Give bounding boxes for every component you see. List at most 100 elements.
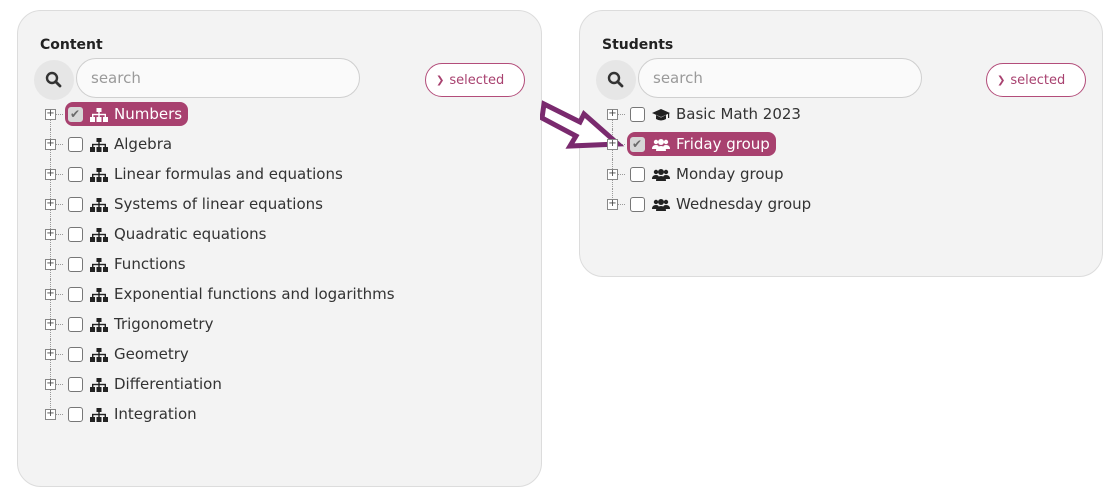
students-panel-title: Students (602, 37, 674, 53)
tree-row: + Trigonometry (40, 309, 401, 339)
checkbox[interactable] (68, 136, 83, 152)
expand-plus-icon[interactable]: + (45, 408, 56, 420)
tree-connector (56, 113, 63, 115)
hierarchy-icon (90, 107, 108, 122)
tree-node-label: Numbers (114, 105, 183, 123)
checkbox[interactable] (630, 106, 645, 122)
tree-connector (618, 203, 625, 205)
tree-node[interactable]: Algebra (65, 132, 178, 156)
checkbox[interactable] (630, 196, 645, 212)
tree-node[interactable]: Integration (65, 402, 203, 426)
tree-row: + Quadratic equations (40, 219, 401, 249)
expand-plus-icon[interactable]: + (45, 168, 56, 180)
checkbox[interactable]: ✔ (630, 136, 645, 152)
tree-connector (56, 173, 63, 175)
students-search-input[interactable] (638, 58, 922, 98)
tree-node[interactable]: ✔ Numbers (65, 102, 189, 126)
tree-node[interactable]: Monday group (627, 162, 790, 186)
tree-connector (56, 413, 63, 415)
tree-node[interactable]: Quadratic equations (65, 222, 272, 246)
expand-plus-icon[interactable]: + (607, 138, 618, 150)
tree-node[interactable]: Systems of linear equations (65, 192, 329, 216)
checkbox[interactable] (68, 196, 83, 212)
chevron-down-icon: ❯ (436, 74, 445, 86)
expand-plus-icon[interactable]: + (45, 198, 56, 210)
expand-plus-icon[interactable]: + (45, 258, 56, 270)
content-panel-title: Content (40, 37, 103, 53)
hierarchy-icon (90, 227, 108, 242)
expand-plus-icon[interactable]: + (607, 198, 618, 210)
students-tree: + Basic Math 2023 + ✔ Friday group + Monday gr… (602, 99, 817, 219)
checkbox[interactable]: ✔ (68, 106, 83, 122)
search-icon[interactable] (34, 60, 74, 100)
tree-node[interactable]: Trigonometry (65, 312, 219, 336)
graduation-cap-icon (652, 107, 670, 121)
tree-node-label: Quadratic equations (114, 225, 267, 243)
tree-connector (56, 353, 63, 355)
tree-connector (56, 323, 63, 325)
tree-row: + Integration (40, 399, 401, 429)
hierarchy-icon (90, 347, 108, 362)
expand-plus-icon[interactable]: + (607, 108, 618, 120)
check-icon: ✔ (70, 106, 81, 121)
selected-filter-label: selected (1010, 72, 1066, 88)
tree-row: + Monday group (602, 159, 817, 189)
expand-plus-icon[interactable]: + (45, 348, 56, 360)
tree-connector (56, 293, 63, 295)
checkbox[interactable] (68, 406, 83, 422)
tree-node[interactable]: Differentiation (65, 372, 228, 396)
tree-node-label: Basic Math 2023 (676, 105, 801, 123)
tree-connector (56, 203, 63, 205)
tree-node-label: Integration (114, 405, 197, 423)
tree-node-label: Exponential functions and logarithms (114, 285, 395, 303)
tree-row: + Basic Math 2023 (602, 99, 817, 129)
tree-node[interactable]: Exponential functions and logarithms (65, 282, 401, 306)
hierarchy-icon (90, 407, 108, 422)
checkbox[interactable] (68, 256, 83, 272)
tree-node[interactable]: Geometry (65, 342, 195, 366)
tree-connector (618, 173, 625, 175)
chevron-down-icon: ❯ (997, 74, 1006, 86)
tree-node[interactable]: Basic Math 2023 (627, 102, 807, 126)
check-icon: ✔ (632, 136, 643, 151)
tree-row: + Geometry (40, 339, 401, 369)
students-selected-filter-button[interactable]: ❯ selected (986, 63, 1086, 97)
expand-plus-icon[interactable]: + (45, 108, 56, 120)
checkbox[interactable] (68, 226, 83, 242)
hierarchy-icon (90, 167, 108, 182)
content-panel: Content ❯ selected + ✔ Numbers + Algebra + Lin… (17, 10, 542, 487)
tree-node-label: Geometry (114, 345, 189, 363)
tree-node[interactable]: Linear formulas and equations (65, 162, 349, 186)
tree-connector (56, 263, 63, 265)
hierarchy-icon (90, 137, 108, 152)
expand-plus-icon[interactable]: + (607, 168, 618, 180)
expand-plus-icon[interactable]: + (45, 288, 56, 300)
expand-plus-icon[interactable]: + (45, 228, 56, 240)
expand-plus-icon[interactable]: + (45, 378, 56, 390)
checkbox[interactable] (630, 166, 645, 182)
checkbox[interactable] (68, 166, 83, 182)
hierarchy-icon (90, 377, 108, 392)
content-search-input[interactable] (76, 58, 360, 98)
checkbox[interactable] (68, 346, 83, 362)
tree-node-label: Systems of linear equations (114, 195, 323, 213)
tree-node-label: Algebra (114, 135, 173, 153)
users-icon (652, 137, 670, 151)
tree-row: + Wednesday group (602, 189, 817, 219)
checkbox[interactable] (68, 316, 83, 332)
tree-node-label: Monday group (676, 165, 784, 183)
tree-node[interactable]: Wednesday group (627, 192, 817, 216)
users-icon (652, 167, 670, 181)
expand-plus-icon[interactable]: + (45, 318, 56, 330)
tree-node[interactable]: Functions (65, 252, 192, 276)
checkbox[interactable] (68, 286, 83, 302)
content-selected-filter-button[interactable]: ❯ selected (425, 63, 525, 97)
hierarchy-icon (90, 257, 108, 272)
tree-row: + ✔ Numbers (40, 99, 401, 129)
checkbox[interactable] (68, 376, 83, 392)
expand-plus-icon[interactable]: + (45, 138, 56, 150)
tree-node-label: Wednesday group (676, 195, 812, 213)
tree-node-label: Functions (114, 255, 186, 273)
tree-node[interactable]: ✔ Friday group (627, 132, 776, 156)
tree-connector (56, 383, 63, 385)
